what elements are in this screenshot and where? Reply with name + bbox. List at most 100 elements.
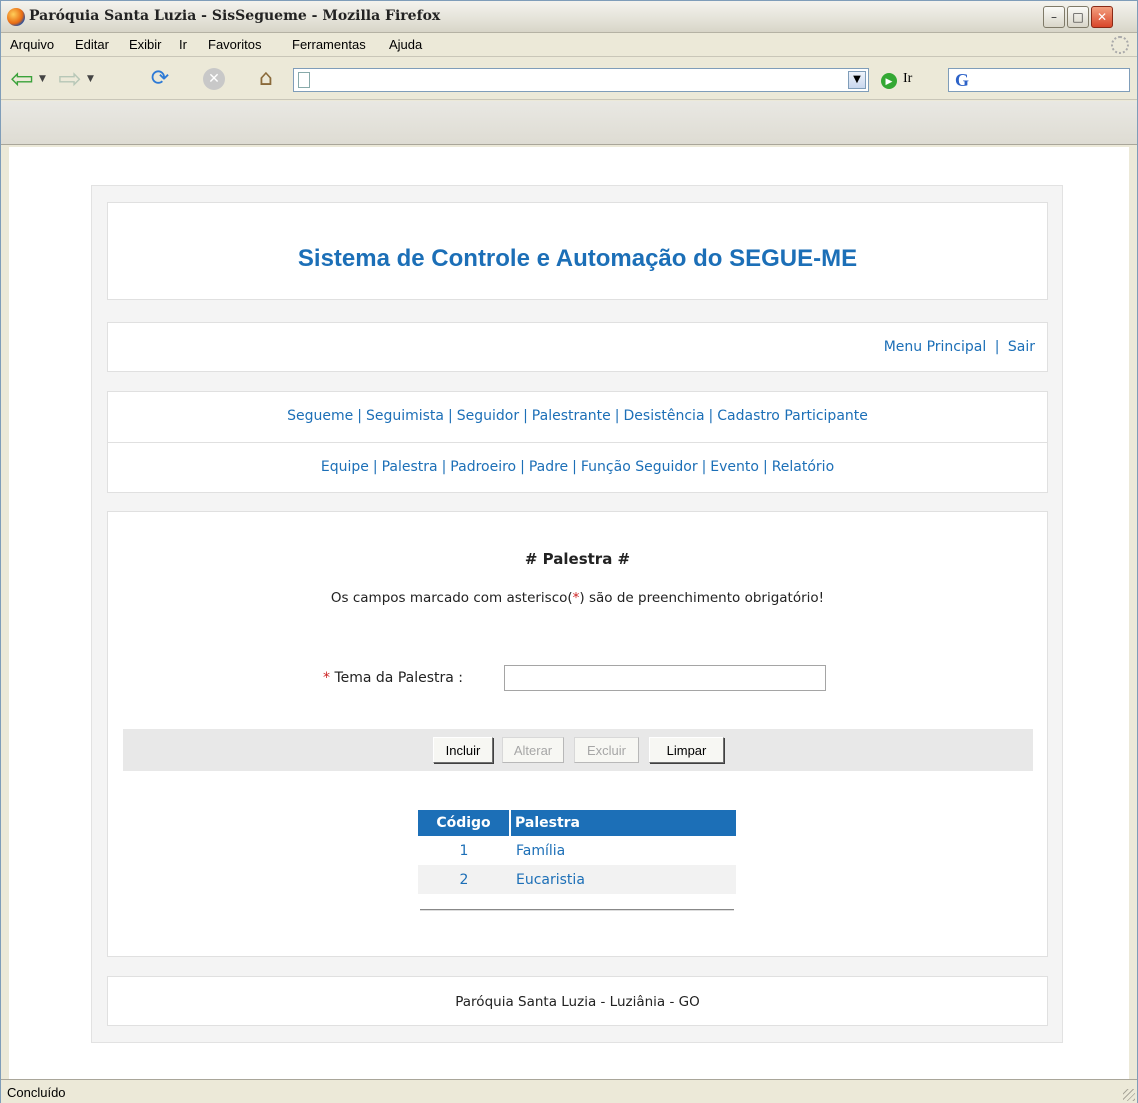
notice-text-start: Os campos marcado com asterisco( (330, 590, 573, 606)
resize-grip-icon[interactable] (1123, 1089, 1135, 1101)
nav-link-desistencia[interactable]: Desistência (624, 408, 705, 424)
notice-text-end: ) são de preenchimento obrigatório! (579, 590, 825, 606)
page-icon (298, 72, 310, 88)
forward-arrow-icon[interactable]: ⇨ (57, 65, 83, 93)
nav-link-evento[interactable]: Evento (710, 459, 759, 475)
link-separator: | (994, 339, 1000, 355)
nav-link-palestra[interactable]: Palestra (382, 459, 438, 475)
bookmarks-toolbar (1, 101, 1137, 145)
top-links-panel: Menu Principal | Sair (107, 322, 1048, 372)
activity-throbber-icon (1111, 36, 1129, 54)
go-label: Ir (903, 71, 913, 86)
table-bottom-rule (420, 909, 734, 911)
nav-link-padroeiro[interactable]: Padroeiro (450, 459, 516, 475)
menu-bar: Arquivo Editar Exibir Ir Favoritos Ferra… (1, 33, 1137, 57)
nav-link-padre[interactable]: Padre (529, 459, 568, 475)
cell-palestra[interactable]: Família (510, 836, 736, 865)
header-panel: Sistema de Controle e Automação do SEGUE… (107, 202, 1048, 300)
nav-link-seguidor[interactable]: Seguidor (457, 408, 519, 424)
footer-text: Paróquia Santa Luzia - Luziânia - GO (455, 994, 700, 1010)
table-row[interactable]: 1 Família (418, 836, 736, 865)
nav-link-funcao-seguidor[interactable]: Função Seguidor (581, 459, 698, 475)
tema-field-row: * Tema da Palestra : (108, 664, 1049, 694)
menu-editar[interactable]: Editar (75, 37, 109, 52)
minimize-button[interactable]: – (1043, 6, 1065, 28)
navigation-toolbar: ⇦ ▼ ⇨ ▼ ⟳ ✕ ⌂ ▼ ▶ Ir G (1, 58, 1137, 100)
cell-codigo[interactable]: 2 (418, 865, 510, 894)
maximize-button[interactable]: □ (1067, 6, 1089, 28)
status-bar: Concluído (1, 1079, 1137, 1103)
menu-exibir[interactable]: Exibir (129, 37, 162, 52)
address-bar: ▼ (293, 68, 869, 92)
nav-link-palestrante[interactable]: Palestrante (532, 408, 611, 424)
menu-principal-link[interactable]: Menu Principal (884, 339, 987, 355)
menu-separator: | (708, 408, 714, 424)
menu-separator: | (520, 459, 525, 475)
url-input[interactable] (316, 71, 816, 89)
close-button[interactable]: ✕ (1091, 6, 1113, 28)
main-menu-panel: Segueme | Seguimista | Seguidor | Palestrante |… (107, 391, 1048, 493)
tema-label-text: Tema da Palestra : (334, 670, 464, 686)
nav-link-segueme[interactable]: Segueme (287, 408, 353, 424)
menu-divider (108, 442, 1047, 443)
menu-row-2: Equipe | Palestra | Padroeiro | Padre | Função S… (108, 459, 1047, 475)
cell-palestra[interactable]: Eucaristia (510, 865, 736, 894)
limpar-button[interactable]: Limpar (649, 737, 724, 763)
forward-dropdown-icon[interactable]: ▼ (87, 74, 94, 84)
go-arrow-icon: ▶ (881, 73, 897, 89)
sair-link[interactable]: Sair (1008, 339, 1035, 355)
menu-separator: | (448, 408, 453, 424)
nav-link-cadastro-participante[interactable]: Cadastro Participante (717, 408, 868, 424)
menu-row-1: Segueme | Seguimista | Seguidor | Palestrante |… (108, 408, 1047, 424)
browser-window: Paróquia Santa Luzia - SisSegueme - Mozi… (0, 0, 1138, 1103)
top-links: Menu Principal | Sair (884, 339, 1035, 355)
go-button[interactable]: ▶ Ir (881, 71, 912, 89)
menu-separator: | (762, 459, 768, 475)
tema-palestra-input[interactable] (504, 665, 826, 691)
menu-separator: | (572, 459, 577, 475)
excluir-button: Excluir (574, 737, 639, 763)
footer-panel: Paróquia Santa Luzia - Luziânia - GO (107, 976, 1048, 1026)
menu-favoritos[interactable]: Favoritos (208, 37, 261, 52)
nav-link-equipe[interactable]: Equipe (321, 459, 369, 475)
incluir-button[interactable]: Incluir (433, 737, 493, 763)
nav-link-relatorio[interactable]: Relatório (772, 459, 834, 475)
menu-ferramentas[interactable]: Ferramentas (292, 37, 366, 52)
table-header-row: Código Palestra (418, 810, 736, 836)
title-bar: Paróquia Santa Luzia - SisSegueme - Mozi… (1, 1, 1137, 33)
action-button-bar: Incluir Alterar Excluir Limpar (123, 729, 1033, 771)
google-search-icon[interactable]: G (955, 70, 969, 91)
tema-field-label: * Tema da Palestra : (323, 670, 463, 686)
column-header-codigo: Código (418, 810, 511, 836)
nav-link-seguimista[interactable]: Seguimista (366, 408, 444, 424)
firefox-icon (7, 8, 25, 26)
required-asterisk: * (323, 670, 330, 686)
page-container: Sistema de Controle e Automação do SEGUE… (91, 185, 1063, 1043)
alterar-button: Alterar (502, 737, 564, 763)
reload-icon[interactable]: ⟳ (147, 66, 173, 92)
menu-separator: | (441, 459, 447, 475)
menu-arquivo[interactable]: Arquivo (10, 37, 54, 52)
palestra-table: Código Palestra 1 Família 2 Eucaristia (418, 810, 736, 894)
menu-separator: | (614, 408, 620, 424)
menu-separator: | (523, 408, 528, 424)
back-dropdown-icon[interactable]: ▼ (39, 74, 46, 84)
cell-codigo[interactable]: 1 (418, 836, 510, 865)
window-title: Paróquia Santa Luzia - SisSegueme - Mozi… (29, 8, 441, 24)
url-dropdown-icon[interactable]: ▼ (848, 71, 866, 89)
back-arrow-icon[interactable]: ⇦ (9, 65, 35, 93)
table-row[interactable]: 2 Eucaristia (418, 865, 736, 894)
menu-ajuda[interactable]: Ajuda (389, 37, 422, 52)
page-title: # Palestra # (524, 550, 631, 568)
page-viewport: Sistema de Controle e Automação do SEGUE… (9, 147, 1129, 1079)
search-box[interactable]: G (948, 68, 1130, 92)
home-icon[interactable]: ⌂ (253, 66, 279, 92)
column-header-palestra: Palestra (510, 810, 736, 836)
menu-separator: | (357, 408, 362, 424)
stop-icon[interactable]: ✕ (203, 68, 225, 90)
menu-separator: | (701, 459, 707, 475)
menu-ir[interactable]: Ir (179, 37, 187, 52)
palestra-form-panel: # Palestra # Os campos marcado com aster… (107, 511, 1048, 957)
required-fields-notice: Os campos marcado com asterisco(*) são d… (108, 590, 1047, 606)
status-text: Concluído (7, 1085, 66, 1100)
